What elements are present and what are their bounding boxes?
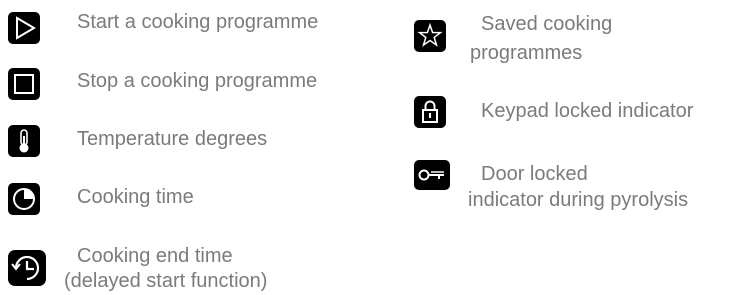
saved-programmes-label-line2: programmes (470, 42, 583, 64)
end-time-label-line2: (delayed start function) (64, 270, 268, 292)
key-icon (414, 160, 450, 190)
temperature-label: Temperature degrees (77, 128, 268, 150)
keypad-locked-label: Keypad locked indicator (481, 100, 694, 122)
stop-square-icon (8, 68, 40, 100)
door-locked-label-line1: Door locked (481, 163, 588, 185)
thermometer-icon (8, 125, 40, 157)
padlock-icon (414, 96, 446, 128)
star-icon (414, 20, 446, 52)
cooking-time-label: Cooking time (77, 186, 194, 208)
end-time-clock-icon (8, 250, 46, 286)
start-programme-label: Start a cooking programme (77, 11, 319, 33)
play-triangle-icon (8, 12, 40, 44)
end-time-label-line1: Cooking end time (77, 245, 233, 267)
door-locked-label-line2: indicator during pyrolysis (468, 189, 689, 211)
timer-icon (8, 183, 40, 215)
stop-programme-label: Stop a cooking programme (77, 70, 318, 92)
saved-programmes-label-line1: Saved cooking (481, 13, 613, 35)
